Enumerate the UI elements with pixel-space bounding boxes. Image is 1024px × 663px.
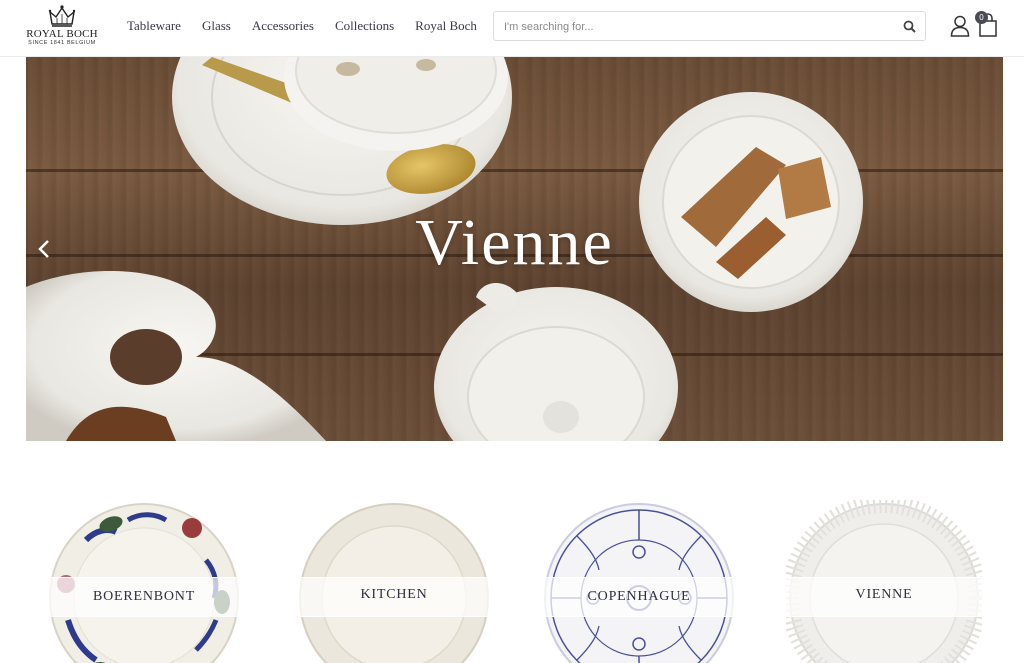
brand-tagline: SINCE 1841 BELGIUM xyxy=(28,40,96,46)
category-label: BOERENBONT xyxy=(92,589,196,604)
search-icon[interactable] xyxy=(903,20,916,33)
user-icon[interactable] xyxy=(950,15,970,37)
category-vienne[interactable]: VIENNE xyxy=(786,500,982,663)
nav-item-royal-boch[interactable]: Royal Boch xyxy=(415,18,477,34)
brand-logo[interactable]: ROYAL BOCH SINCE 1841 BELGIUM xyxy=(24,4,100,50)
category-kitchen[interactable]: KITCHEN xyxy=(296,500,492,663)
search-input[interactable] xyxy=(504,18,884,36)
crown-icon xyxy=(48,5,76,27)
nav-item-tableware[interactable]: Tableware xyxy=(127,18,181,34)
main-nav: Tableware Glass Accessories Collections … xyxy=(127,18,477,34)
brand-name: ROYAL BOCH xyxy=(26,28,98,40)
cart-count-badge: 0 xyxy=(975,11,988,24)
search-box xyxy=(493,11,926,41)
hero-banner[interactable]: Vienne xyxy=(26,57,1003,441)
nav-item-accessories[interactable]: Accessories xyxy=(252,18,314,34)
category-boerenbont[interactable]: BOERENBONT xyxy=(46,500,242,663)
hero-title: Vienne xyxy=(415,206,614,279)
cart-button[interactable]: 0 xyxy=(975,11,999,38)
chevron-left-icon[interactable] xyxy=(34,237,54,261)
category-tiles: BOERENBONT KITCHEN COPENHAGUE VIENNE xyxy=(0,500,1024,663)
category-label: VIENNE xyxy=(855,587,913,602)
category-copenhague[interactable]: COPENHAGUE xyxy=(541,500,737,663)
nav-item-glass[interactable]: Glass xyxy=(202,18,231,34)
site-header: ROYAL BOCH SINCE 1841 BELGIUM Tableware … xyxy=(0,0,1024,57)
category-label: COPENHAGUE xyxy=(587,589,691,604)
nav-item-collections[interactable]: Collections xyxy=(335,18,394,34)
category-label: KITCHEN xyxy=(360,587,428,602)
